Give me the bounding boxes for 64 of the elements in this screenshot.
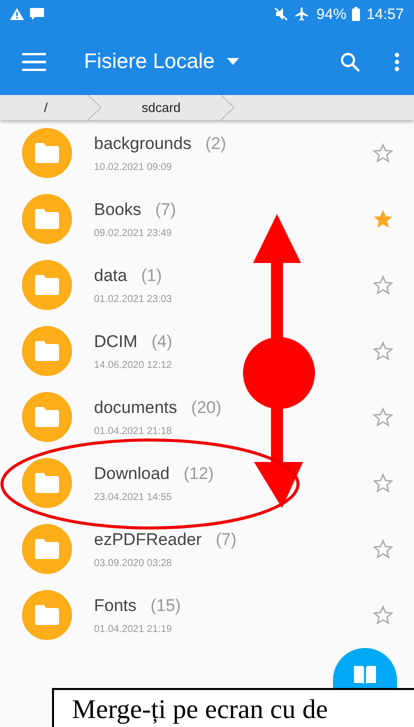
battery-percent: 94% <box>316 6 346 22</box>
breadcrumb-item[interactable]: / <box>0 100 88 115</box>
item-count: (15) <box>150 596 181 616</box>
item-count: (7) <box>216 530 236 550</box>
modified-date: 01.04.2021 21:19 <box>94 624 173 634</box>
star-outline-icon[interactable] <box>372 472 394 494</box>
item-count: (1) <box>141 266 162 286</box>
folder-row[interactable]: backgrounds (2) 10.02.2021 09:09 <box>0 120 414 186</box>
folder-name: DCIM <box>94 332 138 352</box>
star-outline-icon[interactable] <box>372 604 394 626</box>
star-outline-icon[interactable] <box>372 142 394 164</box>
folder-name: documents <box>94 398 178 418</box>
warning-icon <box>10 8 24 20</box>
item-count: (7) <box>155 200 176 220</box>
book-icon <box>353 664 377 684</box>
modified-date: 14.06.2020 12:12 <box>94 360 173 370</box>
item-count: (4) <box>151 332 172 352</box>
folder-name: Books <box>94 200 142 220</box>
folder-icon <box>22 524 72 574</box>
caption-text: Merge-ți pe ecran cu de <box>52 688 414 727</box>
folder-icon <box>22 458 72 508</box>
star-outline-icon[interactable] <box>372 274 394 296</box>
folder-row[interactable]: Fonts (15) 01.04.2021 21:19 <box>0 582 414 648</box>
menu-icon[interactable] <box>22 52 46 70</box>
airplane-icon <box>294 6 310 22</box>
breadcrumb-item[interactable]: sdcard <box>102 100 221 115</box>
chevron-icon <box>220 95 235 120</box>
modified-date: 01.02.2021 23:03 <box>94 294 173 304</box>
item-count: (20) <box>191 398 222 418</box>
star-outline-icon[interactable] <box>372 406 394 428</box>
search-icon[interactable] <box>340 52 360 72</box>
folder-icon <box>22 260 72 310</box>
modified-date: 09.02.2021 23:49 <box>94 228 173 238</box>
folder-icon <box>22 128 72 178</box>
folder-name: ezPDFReader <box>94 530 202 550</box>
dropdown-caret-icon[interactable] <box>226 58 239 65</box>
folder-row[interactable]: data (1) 01.02.2021 23:03 <box>0 252 414 318</box>
more-options-icon[interactable] <box>394 52 400 72</box>
modified-date: 01.04.2021 21:18 <box>94 426 173 436</box>
chevron-icon <box>88 95 102 120</box>
modified-date: 23.04.2021 14:55 <box>94 492 173 502</box>
folder-name: Download <box>94 464 170 484</box>
folder-row[interactable]: ezPDFReader (7) 03.09.2020 03:28 <box>0 516 414 582</box>
folder-icon <box>22 326 72 376</box>
item-count: (2) <box>205 134 226 154</box>
item-count: (12) <box>184 464 214 484</box>
folder-icon <box>22 392 72 442</box>
battery-icon <box>352 7 360 21</box>
modified-date: 03.09.2020 03:28 <box>94 558 173 568</box>
folder-name: backgrounds <box>94 134 192 154</box>
folder-name: Fonts <box>94 596 137 616</box>
star-outline-icon[interactable] <box>372 340 394 362</box>
star-outline-icon[interactable] <box>372 538 394 560</box>
modified-date: 10.02.2021 09:09 <box>94 162 173 172</box>
mute-icon <box>274 7 288 21</box>
clock-time: 14:57 <box>366 6 404 22</box>
message-icon <box>30 8 44 20</box>
drag-point-annotation <box>243 337 315 409</box>
star-icon[interactable] <box>372 208 394 230</box>
folder-icon <box>22 590 72 640</box>
app-title[interactable]: Fisiere Locale <box>84 50 215 74</box>
floating-action-button[interactable] <box>333 648 397 688</box>
folder-icon <box>22 194 72 244</box>
folder-name: data <box>94 266 128 286</box>
